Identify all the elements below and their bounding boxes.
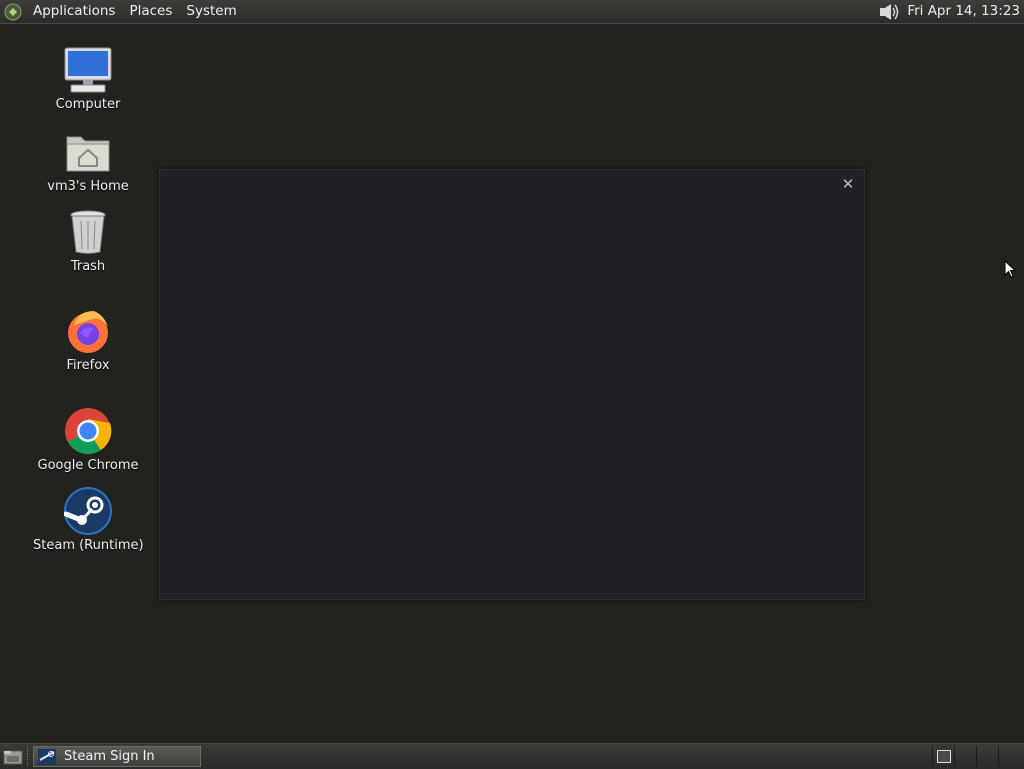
workspace-4[interactable] <box>998 746 1020 767</box>
desktop-icon-chrome[interactable]: Google Chrome <box>33 406 143 473</box>
desktop-icon-steam[interactable]: Steam (Runtime) <box>33 486 144 553</box>
menu-places[interactable]: Places <box>122 0 179 23</box>
taskbar-button-steam-sign-in[interactable]: Steam Sign In <box>33 746 201 767</box>
desktop-icon-trash[interactable]: Trash <box>33 207 143 274</box>
firefox-icon <box>63 306 113 356</box>
desktop-icon-label: Computer <box>55 97 121 112</box>
desktop-icon-label: Steam (Runtime) <box>33 538 144 553</box>
workspace-2[interactable] <box>954 746 976 767</box>
desktop-icon-firefox[interactable]: Firefox <box>33 306 143 373</box>
taskbar-button-label: Steam Sign In <box>64 749 155 764</box>
home-folder-icon <box>63 127 113 177</box>
desktop-icon-label: vm3's Home <box>47 179 129 194</box>
clock[interactable]: Fri Apr 14, 13:23 <box>903 0 1024 23</box>
gnome-foot-icon[interactable] <box>0 0 26 23</box>
desktop-icon-label: Firefox <box>66 358 110 373</box>
trash-can-icon <box>63 207 113 257</box>
chrome-icon <box>63 406 113 456</box>
panel-separator <box>27 747 32 766</box>
top-panel: Applications Places System Fri Apr 14, 1… <box>0 0 1024 24</box>
close-icon[interactable]: ✕ <box>840 176 856 192</box>
speaker-volume-icon[interactable] <box>875 0 903 23</box>
steam-icon <box>37 748 57 766</box>
desktop-icon-label: Google Chrome <box>37 458 139 473</box>
desktop-icon-home[interactable]: vm3's Home <box>33 127 143 194</box>
workspace-switcher <box>932 746 1024 767</box>
menu-system[interactable]: System <box>179 0 243 23</box>
computer-monitor-icon <box>63 45 113 95</box>
mouse-pointer-icon <box>1004 259 1017 282</box>
steam-sign-in-dialog: ✕ <box>159 169 865 600</box>
bottom-panel: Steam Sign In <box>0 743 1024 769</box>
workspace-3[interactable] <box>976 746 998 767</box>
desktop-icon-label: Trash <box>70 259 106 274</box>
workspace-1[interactable] <box>932 746 954 767</box>
show-desktop-icon[interactable] <box>2 747 24 766</box>
desktop-icon-computer[interactable]: Computer <box>33 45 143 112</box>
menu-applications[interactable]: Applications <box>26 0 122 23</box>
steam-icon <box>63 486 113 536</box>
